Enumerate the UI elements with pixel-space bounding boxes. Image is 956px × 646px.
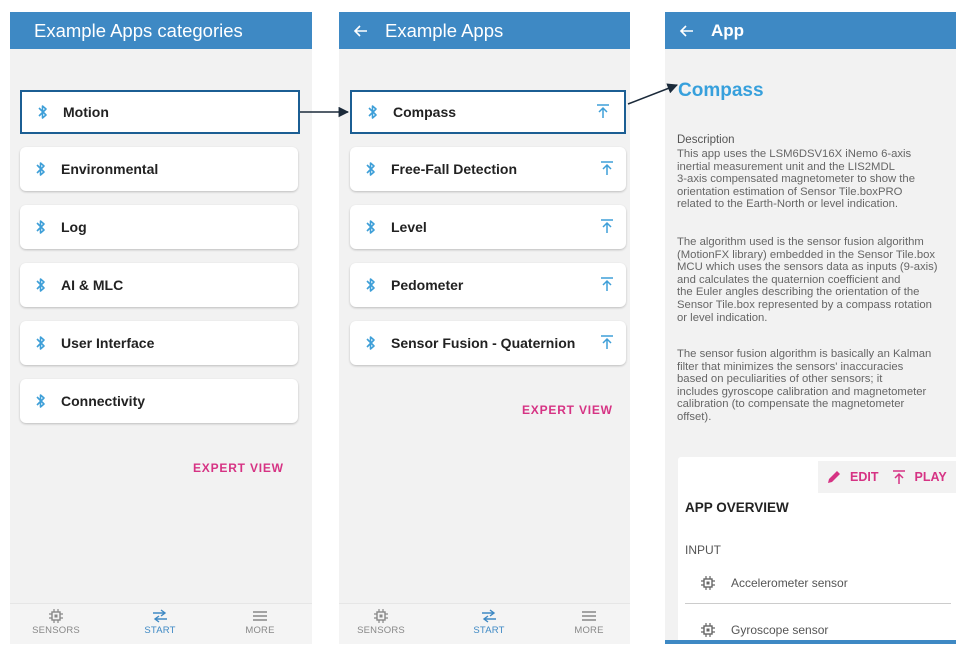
chip-icon (49, 609, 63, 623)
page-title: App (711, 20, 745, 40)
app-overview-card: EDIT PLAY APP OVERVIEW INPUT Acceleromet… (678, 457, 956, 644)
category-item-connectivity[interactable]: Connectivity (20, 379, 298, 423)
menu-icon (582, 611, 596, 621)
edit-play-toolbar: EDIT PLAY (818, 461, 956, 493)
nav-sensors[interactable]: SENSORS (351, 608, 411, 636)
nav-start[interactable]: START (459, 608, 519, 636)
expert-view-button[interactable]: EXPERT VIEW (522, 403, 613, 417)
start-arrows-icon (153, 609, 167, 623)
app-item-free-fall[interactable]: Free-Fall Detection (350, 147, 626, 191)
category-item-user-interface[interactable]: User Interface (20, 321, 298, 365)
app-label: Pedometer (391, 277, 464, 293)
bottom-navigation: SENSORS START MORE (339, 603, 630, 644)
description-heading: Description (677, 134, 735, 146)
category-label: Log (61, 219, 87, 235)
category-item-motion[interactable]: Motion (20, 90, 300, 134)
nav-more[interactable]: MORE (230, 608, 290, 636)
input-heading: INPUT (685, 543, 721, 557)
play-icon[interactable] (596, 103, 610, 119)
menu-icon (253, 611, 267, 621)
play-icon[interactable] (600, 160, 614, 176)
bluetooth-icon (366, 278, 375, 292)
app-bar: Example Apps categories (10, 12, 312, 49)
nav-sensors[interactable]: SENSORS (26, 608, 86, 636)
category-label: User Interface (61, 335, 155, 351)
app-label: Sensor Fusion - Quaternion (391, 335, 576, 351)
category-item-log[interactable]: Log (20, 205, 298, 249)
play-icon (893, 470, 906, 484)
expert-view-button[interactable]: EXPERT VIEW (193, 461, 284, 475)
bluetooth-icon (368, 105, 377, 119)
play-icon[interactable] (600, 276, 614, 292)
nav-start[interactable]: START (130, 608, 190, 636)
app-bar: App (665, 12, 956, 49)
page-title: Example Apps categories (34, 19, 243, 41)
bottom-strip (665, 640, 956, 644)
bluetooth-icon (366, 220, 375, 234)
chip-icon (374, 609, 388, 623)
category-label: Environmental (61, 161, 159, 177)
app-item-sensor-fusion[interactable]: Sensor Fusion - Quaternion (350, 321, 626, 365)
chip-icon (701, 623, 715, 637)
description-paragraph: The algorithm used is the sensor fusion … (677, 236, 938, 324)
edit-button[interactable]: EDIT (826, 469, 878, 485)
app-bar: Example Apps (339, 12, 630, 49)
back-arrow-icon[interactable] (679, 23, 695, 39)
app-item-pedometer[interactable]: Pedometer (350, 263, 626, 307)
app-item-compass[interactable]: Compass (350, 90, 626, 134)
app-label: Free-Fall Detection (391, 161, 518, 177)
pencil-icon (828, 471, 840, 483)
description-paragraph: This app uses the LSM6DSV16X iNemo 6-axi… (677, 148, 915, 211)
description-paragraph: The sensor fusion algorithm is basically… (677, 348, 932, 423)
bluetooth-icon (38, 105, 47, 119)
chip-icon (701, 576, 715, 590)
bluetooth-icon (366, 162, 375, 176)
app-name: Compass (678, 80, 764, 101)
category-item-ai-mlc[interactable]: AI & MLC (20, 263, 298, 307)
category-label: Connectivity (61, 393, 146, 409)
bluetooth-icon (36, 220, 45, 234)
nav-more[interactable]: MORE (559, 608, 619, 636)
bluetooth-icon (36, 336, 45, 350)
overview-title: APP OVERVIEW (685, 500, 789, 515)
app-label: Compass (393, 104, 457, 120)
app-item-level[interactable]: Level (350, 205, 626, 249)
start-arrows-icon (482, 609, 496, 623)
bluetooth-icon (366, 336, 375, 350)
category-item-environmental[interactable]: Environmental (20, 147, 298, 191)
bluetooth-icon (36, 162, 45, 176)
bluetooth-icon (36, 278, 45, 292)
bottom-navigation: SENSORS START MORE (10, 603, 312, 644)
bluetooth-icon (36, 394, 45, 408)
back-arrow-icon[interactable] (353, 23, 369, 39)
categories-screen: Example Apps categories Motion Environme… (10, 12, 312, 644)
category-label: Motion (63, 104, 109, 120)
app-label: Level (391, 219, 427, 235)
play-icon[interactable] (600, 218, 614, 234)
divider (685, 603, 951, 604)
input-item-accelerometer[interactable]: Accelerometer sensor (685, 565, 950, 601)
play-icon[interactable] (600, 334, 614, 350)
page-title: Example Apps (385, 19, 504, 41)
example-apps-screen: Example Apps Compass Free-Fall Detection… (339, 12, 630, 644)
play-button[interactable]: PLAY (892, 469, 947, 485)
category-label: AI & MLC (61, 277, 124, 293)
app-detail-screen: App Compass Description This app uses th… (665, 12, 956, 644)
